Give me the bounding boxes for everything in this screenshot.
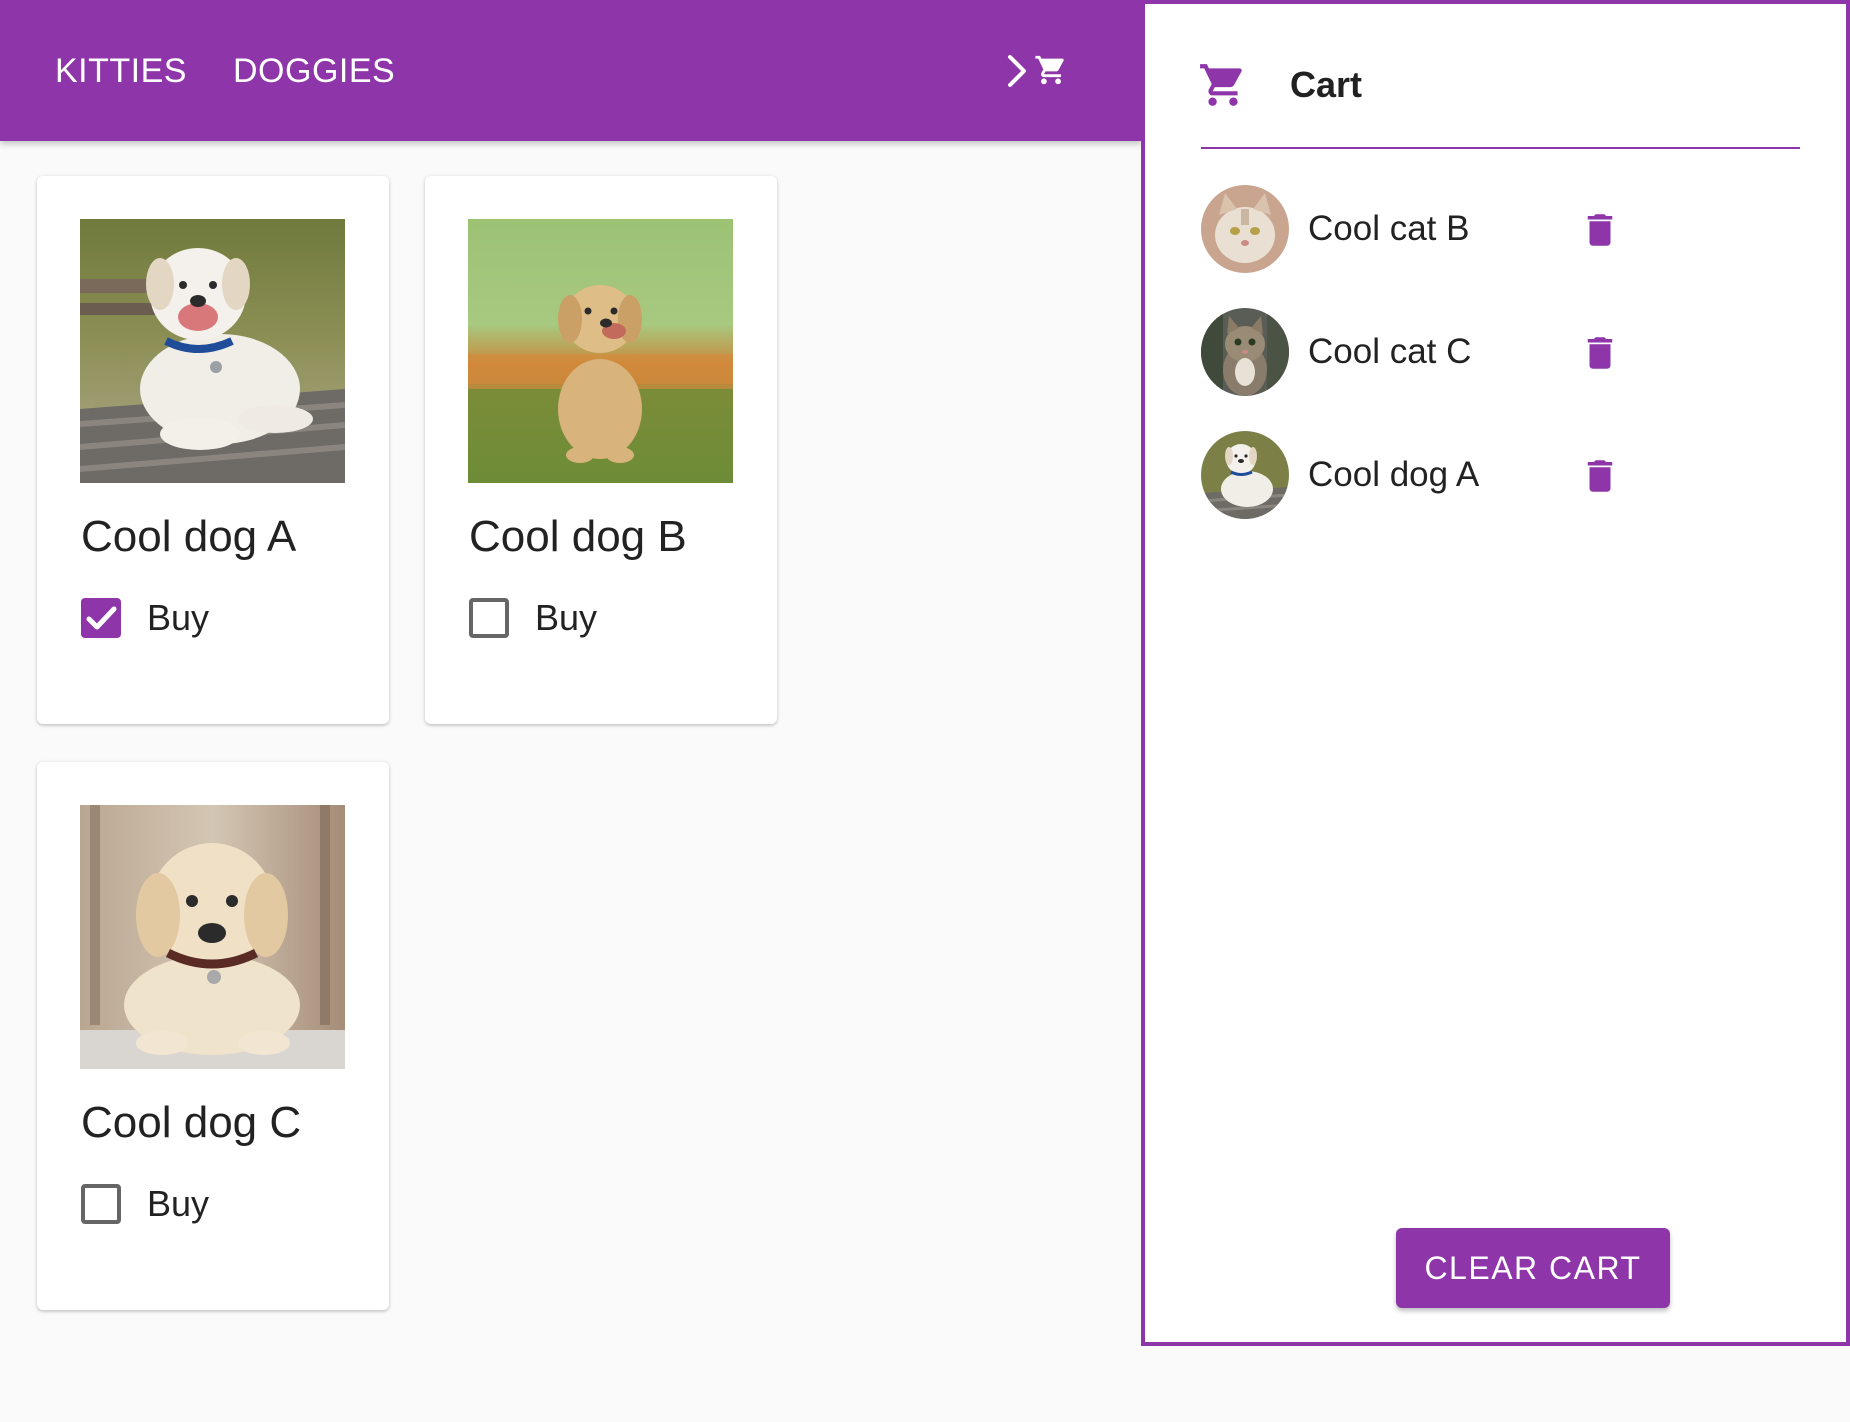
buy-checkbox[interactable] — [469, 598, 509, 638]
cart-item-name: Cool dog A — [1308, 455, 1480, 494]
buy-label: Buy — [535, 597, 598, 638]
cart-divider — [1201, 147, 1800, 149]
tab-kitties[interactable]: KITTIES — [55, 48, 187, 94]
cart-item-name: Cool cat C — [1308, 332, 1472, 371]
shopping-cart-icon — [1200, 64, 1242, 106]
product-title: Cool dog C — [81, 1098, 302, 1147]
avatar — [1201, 308, 1289, 396]
avatar — [1201, 185, 1289, 273]
buy-checkbox[interactable] — [81, 1184, 121, 1224]
trash-icon — [1587, 337, 1613, 369]
product-photo-dog — [80, 805, 345, 1069]
cart-item: Cool cat C — [1201, 308, 1641, 398]
chevron-right-icon — [1008, 55, 1026, 87]
trash-icon — [1587, 460, 1613, 492]
cart-drawer: Cart Cool cat B Cool cat C Cool dog A CL… — [1141, 0, 1850, 1346]
product-card: Cool dog A Buy — [37, 176, 389, 724]
delete-button[interactable] — [1579, 453, 1621, 499]
app-bar: KITTIES DOGGIES — [0, 0, 1142, 141]
cart-item: Cool cat B — [1201, 185, 1641, 275]
product-photo-dog — [80, 219, 345, 483]
product-photo-dog — [468, 219, 733, 483]
cart-toggle-button[interactable] — [996, 48, 1072, 94]
cart-item-name: Cool cat B — [1308, 209, 1470, 248]
product-title: Cool dog A — [81, 512, 297, 561]
product-card: Cool dog B Buy — [425, 176, 777, 724]
shopping-cart-icon — [1035, 55, 1064, 85]
app-root: KITTIES DOGGIES Cool dog A Buy Cool dog … — [0, 0, 1850, 1422]
avatar — [1201, 431, 1289, 519]
trash-icon — [1587, 214, 1613, 246]
cart-item: Cool dog A — [1201, 431, 1641, 521]
delete-button[interactable] — [1579, 207, 1621, 253]
product-title: Cool dog B — [469, 512, 687, 561]
buy-label: Buy — [147, 1183, 210, 1224]
clear-cart-button[interactable]: CLEAR CART — [1396, 1228, 1670, 1308]
checkmark-icon — [86, 606, 117, 630]
product-card: Cool dog C Buy — [37, 762, 389, 1310]
delete-button[interactable] — [1579, 330, 1621, 376]
cart-title: Cart — [1290, 64, 1363, 105]
tab-doggies[interactable]: DOGGIES — [233, 48, 395, 94]
buy-checkbox[interactable] — [81, 598, 121, 638]
buy-label: Buy — [147, 597, 210, 638]
